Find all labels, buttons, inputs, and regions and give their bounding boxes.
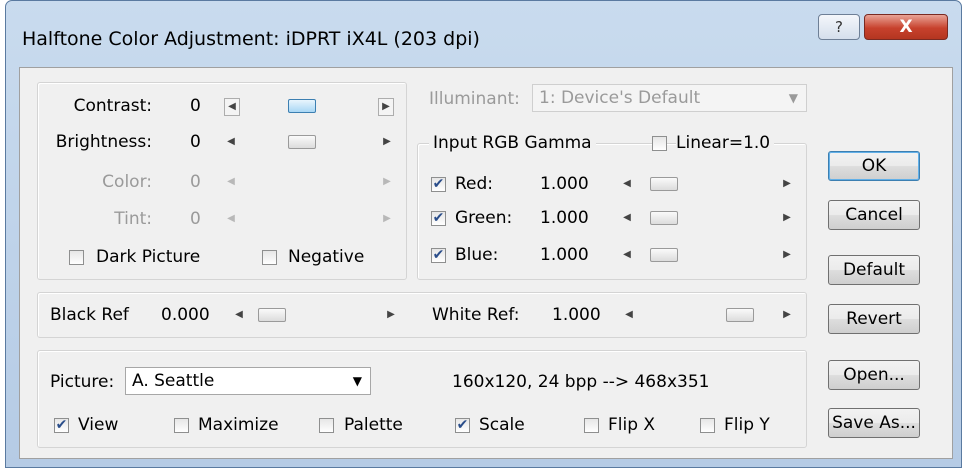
palette-label: Palette [344, 415, 403, 435]
red-slider-thumb[interactable] [650, 177, 678, 191]
contrast-value: 0 [190, 96, 201, 116]
white-ref-right-arrow-icon[interactable]: ▶ [780, 307, 794, 323]
red-checkbox[interactable]: ✔ [431, 177, 446, 192]
gamma-group-title: Input RGB Gamma [429, 133, 596, 153]
help-button[interactable]: ? [818, 14, 860, 40]
black-ref-label: Black Ref [50, 305, 129, 325]
revert-button[interactable]: Revert [828, 304, 920, 334]
maximize-checkbox[interactable] [174, 418, 189, 433]
green-slider-thumb[interactable] [650, 211, 678, 225]
black-ref-left-arrow-icon[interactable]: ◀ [232, 307, 246, 323]
palette-checkbox[interactable] [319, 418, 334, 433]
black-ref-right-arrow-icon[interactable]: ▶ [384, 307, 398, 323]
chevron-down-icon[interactable]: ▼ [353, 368, 362, 394]
view-checkbox[interactable]: ✔ [54, 418, 69, 433]
dark-picture-label: Dark Picture [96, 247, 201, 267]
ok-button[interactable]: OK [828, 151, 920, 181]
green-right-arrow-icon[interactable]: ▶ [780, 210, 794, 226]
illuminant-label: Illuminant: [429, 89, 520, 109]
black-ref-slider-thumb[interactable] [258, 308, 286, 322]
negative-label: Negative [288, 247, 365, 267]
green-label: Green: [455, 208, 513, 228]
red-label: Red: [455, 174, 494, 194]
cancel-button[interactable]: Cancel [828, 200, 920, 230]
green-checkbox[interactable]: ✔ [431, 211, 446, 226]
brightness-right-arrow-icon[interactable]: ▶ [380, 134, 394, 150]
white-ref-left-arrow-icon[interactable]: ◀ [622, 307, 636, 323]
green-left-arrow-icon[interactable]: ◀ [620, 210, 634, 226]
contrast-right-arrow-icon[interactable]: ▶ [378, 98, 394, 116]
view-label: View [78, 415, 119, 435]
contrast-slider[interactable]: ◀ ▶ [210, 98, 394, 116]
brightness-slider-thumb[interactable] [288, 135, 316, 149]
red-right-arrow-icon[interactable]: ▶ [780, 176, 794, 192]
open-button[interactable]: Open... [828, 360, 920, 390]
scale-label: Scale [479, 415, 525, 435]
blue-right-arrow-icon[interactable]: ▶ [780, 247, 794, 263]
color-slider: ◀ ▶ [210, 174, 394, 192]
illuminant-select-value: 1: Device's Default [539, 88, 701, 108]
picture-group [37, 350, 807, 448]
blue-checkbox[interactable]: ✔ [431, 248, 446, 263]
blue-slider-thumb[interactable] [650, 248, 678, 262]
flip-y-checkbox[interactable] [700, 418, 715, 433]
contrast-slider-thumb[interactable] [288, 99, 316, 113]
scale-checkbox[interactable]: ✔ [455, 418, 470, 433]
tint-label: Tint: [114, 209, 152, 229]
blue-value: 1.000 [540, 245, 589, 265]
blue-gamma-slider[interactable]: ◀ ▶ [610, 247, 794, 265]
white-ref-slider-thumb[interactable] [726, 308, 754, 322]
brightness-left-arrow-icon[interactable]: ◀ [224, 134, 238, 150]
color-label: Color: [102, 172, 152, 192]
color-right-arrow-icon: ▶ [383, 176, 391, 187]
green-value: 1.000 [540, 208, 589, 228]
save-as-button[interactable]: Save As... [828, 408, 920, 438]
color-value: 0 [190, 172, 201, 192]
tint-value: 0 [190, 209, 201, 229]
contrast-label: Contrast: [73, 96, 152, 116]
linear-checkbox[interactable] [652, 136, 667, 151]
green-gamma-slider[interactable]: ◀ ▶ [610, 210, 794, 228]
brightness-value: 0 [190, 132, 201, 152]
picture-info: 160x120, 24 bpp --> 468x351 [452, 372, 710, 392]
picture-select[interactable]: A. Seattle ▼ [125, 367, 371, 395]
tint-left-arrow-icon: ◀ [227, 213, 235, 224]
white-ref-value: 1.000 [552, 305, 601, 325]
red-value: 1.000 [540, 174, 589, 194]
brightness-label: Brightness: [55, 132, 152, 152]
default-button[interactable]: Default [828, 255, 920, 285]
blue-label: Blue: [455, 245, 499, 265]
picture-select-value: A. Seattle [132, 371, 215, 391]
black-ref-value: 0.000 [161, 305, 210, 325]
white-ref-label: White Ref: [432, 305, 520, 325]
picture-label: Picture: [50, 372, 115, 392]
red-gamma-slider[interactable]: ◀ ▶ [610, 176, 794, 194]
white-ref-slider[interactable]: ◀ ▶ [618, 307, 794, 325]
tint-right-arrow-icon: ▶ [383, 213, 391, 224]
window-title: Halftone Color Adjustment: iDPRT iX4L (2… [22, 28, 480, 50]
brightness-slider[interactable]: ◀ ▶ [210, 134, 394, 152]
red-left-arrow-icon[interactable]: ◀ [620, 176, 634, 192]
linear-label: Linear=1.0 [676, 133, 775, 153]
color-left-arrow-icon: ◀ [227, 176, 235, 187]
tint-slider: ◀ ▶ [210, 211, 394, 229]
flip-x-checkbox[interactable] [584, 418, 599, 433]
negative-checkbox[interactable] [262, 250, 277, 265]
flip-y-label: Flip Y [724, 415, 770, 435]
black-ref-slider[interactable]: ◀ ▶ [228, 307, 398, 325]
chevron-down-icon: ▼ [788, 91, 798, 105]
dark-picture-checkbox[interactable] [69, 250, 84, 265]
flip-x-label: Flip X [608, 415, 656, 435]
close-button[interactable]: X [864, 14, 948, 40]
contrast-left-arrow-icon[interactable]: ◀ [224, 98, 240, 116]
maximize-label: Maximize [198, 415, 279, 435]
blue-left-arrow-icon[interactable]: ◀ [620, 247, 634, 263]
illuminant-select: 1: Device's Default ▼ [532, 84, 807, 112]
